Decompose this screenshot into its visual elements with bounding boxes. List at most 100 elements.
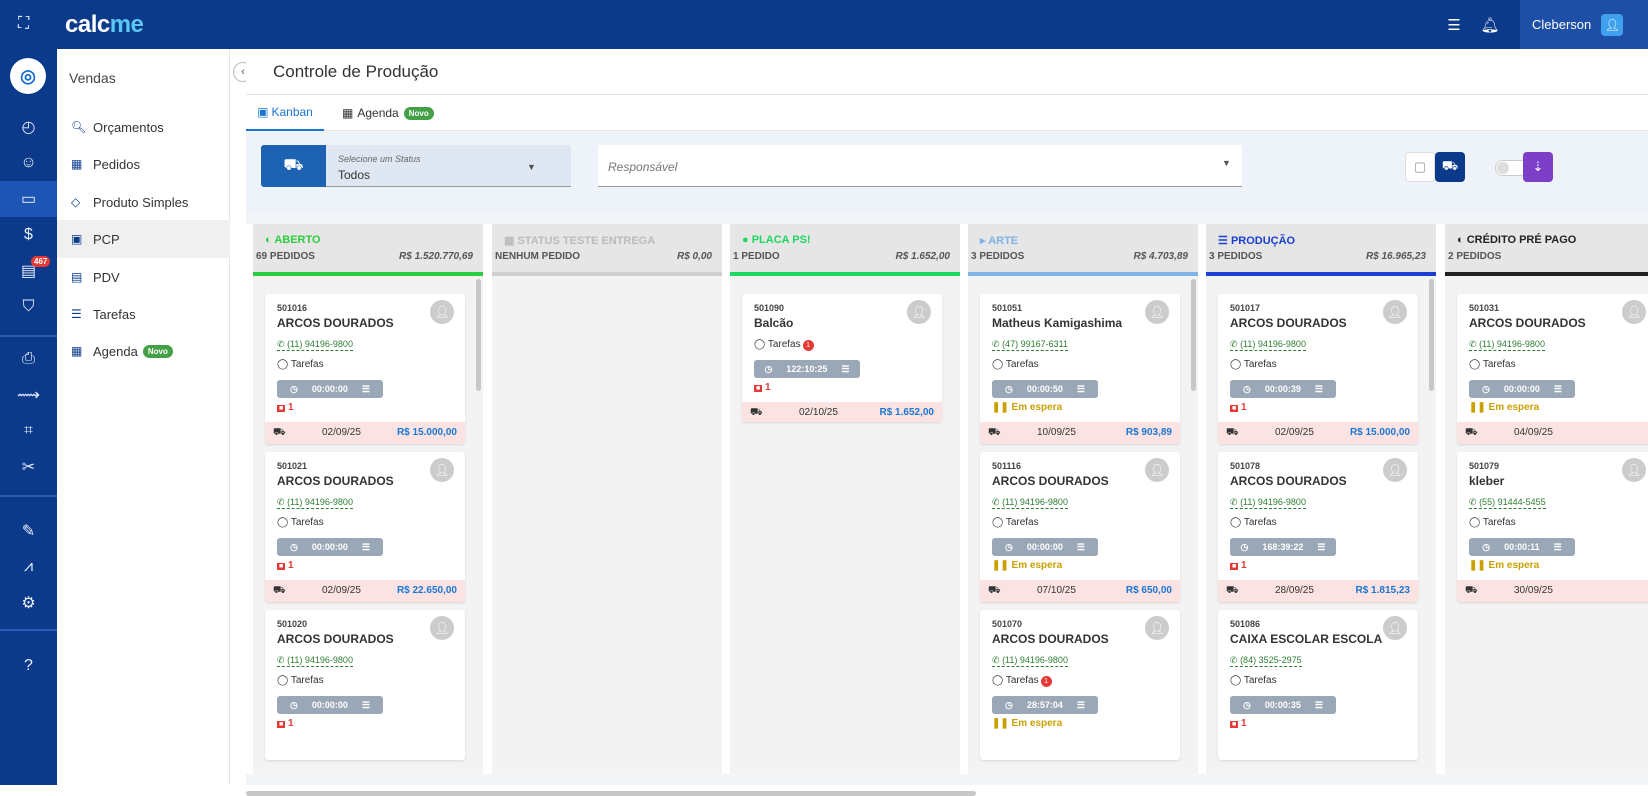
tasks-link[interactable]: ◯ Tarefas [1469,359,1516,370]
order-card[interactable]: 501016 ARCOS DOURADOS 👤︎ ✆ (11) 94196-9800 ◯… [265,294,465,444]
whatsapp-link[interactable]: ✆ (47) 99167-6311 [992,339,1068,351]
responsavel-select[interactable]: Responsável ▼ [598,145,1242,187]
tasks-link[interactable]: ◯ Tarefas [992,359,1039,370]
production-icon[interactable]: ⌗ [0,413,57,449]
timer-control[interactable]: ◷ 168:39:22 ☰ [1230,538,1336,556]
order-card[interactable]: 501070 ARCOS DOURADOS 👤︎ ✆ (11) 94196-9800 ◯… [980,610,1180,760]
avatar-icon[interactable]: 👤︎ [1622,300,1646,324]
timer-control[interactable]: ◷ 00:00:00 ☰ [277,380,383,398]
avatar-icon[interactable]: 👤︎ [1622,458,1646,482]
settings-icon[interactable]: ⚙ [0,585,57,621]
tools-icon[interactable]: ✂ [0,449,57,485]
whatsapp-link[interactable]: ✆ (11) 94196-9800 [277,339,353,351]
sidebar-item-produto-simples[interactable]: ◇ Produto Simples [57,183,230,221]
column-header[interactable]: ▦ STATUS TESTE ENTREGA NENHUM PEDIDO R$ 0,… [492,224,722,276]
tab-agenda[interactable]: ▦ Agenda Novo [342,95,452,131]
timer-control[interactable]: ◷ 00:00:00 ☰ [277,696,383,714]
tasks-link[interactable]: ◯ Tarefas [992,517,1039,528]
order-card[interactable]: 501116 ARCOS DOURADOS 👤︎ ✆ (11) 94196-9800 ◯… [980,452,1180,602]
avatar-icon[interactable]: 👤︎ [1145,616,1169,640]
column-header[interactable]: ● PLACA PS! 1 PEDIDO R$ 1.652,00 [730,224,960,276]
sidebar-item-agenda[interactable]: ▦ Agenda Novo [57,332,230,370]
tasks-link[interactable]: ◯ Tarefas [1469,517,1516,528]
column-scrollbar[interactable] [1191,279,1196,391]
avatar-icon[interactable]: 👤︎ [1383,616,1407,640]
timer-control[interactable]: ◷ 00:00:00 ☰ [992,538,1098,556]
avatar-icon[interactable]: 👤︎ [430,300,454,324]
tasks-link[interactable]: ◯ Tarefas [277,675,324,686]
dashboard-icon[interactable]: ◴ [0,109,57,145]
avatar-icon[interactable]: 👤︎ [1145,300,1169,324]
order-card[interactable]: 501086 CAIXA ESCOLAR ESCOLA 👤︎ ✆ (84) 3525-… [1218,610,1418,760]
timer-control[interactable]: ◷ 00:00:39 ☰ [1230,380,1336,398]
horizontal-scrollbar[interactable] [246,791,976,796]
whatsapp-link[interactable]: ✆ (11) 94196-9800 [277,655,353,667]
tasks-link[interactable]: ◯ Tarefas 1 [754,339,814,351]
app-logo[interactable]: calcme [65,11,144,39]
order-card[interactable]: 501020 ARCOS DOURADOS 👤︎ ✆ (11) 94196-9800 ◯… [265,610,465,760]
avatar-icon[interactable]: 👤︎ [907,300,931,324]
clients-icon[interactable]: ☺ [0,145,57,181]
order-card[interactable]: 501090 Balcão 👤︎ ◯ Tarefas 1 ◷ 122:10:25 ☰ ■ 1 ⛟ 0… [742,294,942,422]
sidebar-item-orcamentos[interactable]: 🔍︎ Orçamentos [57,108,230,146]
tasks-link[interactable]: ◯ Tarefas [1230,359,1277,370]
tasks-link[interactable]: ◯ Tarefas 1 [992,675,1052,687]
sales-icon[interactable]: ▭ [0,181,57,217]
whatsapp-link[interactable]: ✆ (55) 91444-5455 [1469,497,1546,509]
tasks-link[interactable]: ◯ Tarefas [1230,675,1277,686]
delivery-icon[interactable]: ⟿ [0,377,57,413]
brand-logo-icon[interactable]: ◎ [10,58,46,94]
timer-control[interactable]: ◷ 28:57:04 ☰ [992,696,1098,714]
bell-icon[interactable]: 🔔︎ [1472,16,1508,34]
printer-icon[interactable]: ⎙ [0,341,57,377]
reports-icon[interactable]: ⩘ [0,549,57,585]
whatsapp-link[interactable]: ✆ (84) 3525-2975 [1230,655,1302,667]
sidebar-item-pdv[interactable]: ▤ PDV [57,258,230,296]
timer-control[interactable]: ◷ 00:00:11 ☰ [1469,538,1575,556]
calendar-view-button[interactable]: ▢ [1405,152,1435,182]
sidebar-item-pcp[interactable]: ▣ PCP [57,220,230,258]
timer-control[interactable]: ◷ 00:00:00 ☰ [277,538,383,556]
status-filter-button[interactable]: ⛟ [261,145,326,187]
expand-icon[interactable]: ⛶ [18,15,29,33]
order-card[interactable]: 501078 ARCOS DOURADOS 👤︎ ✆ (11) 94196-9800 ◯… [1218,452,1418,602]
tasks-link[interactable]: ◯ Tarefas [277,517,324,528]
avatar-icon[interactable]: 👤︎ [430,458,454,482]
order-card[interactable]: 501021 ARCOS DOURADOS 👤︎ ✆ (11) 94196-9800 ◯… [265,452,465,602]
whatsapp-link[interactable]: ✆ (11) 94196-9800 [992,497,1068,509]
column-header[interactable]: ▸ ARTE 3 PEDIDOS R$ 4.703,89 [968,224,1198,276]
orders-icon[interactable]: ▤ 467 [0,253,57,289]
timer-control[interactable]: ◷ 00:00:50 ☰ [992,380,1098,398]
whatsapp-link[interactable]: ✆ (11) 94196-9800 [277,497,353,509]
order-card[interactable]: 501017 ARCOS DOURADOS 👤︎ ✆ (11) 94196-9800 ◯… [1218,294,1418,444]
column-header[interactable]: ◐ CRÉDITO PRÉ PAGO 2 PEDIDOS [1445,224,1648,276]
column-header[interactable]: ◐ ABERTO 69 PEDIDOS R$ 1.520.770,69 [253,224,483,276]
column-header[interactable]: ☰ PRODUÇÃO 3 PEDIDOS R$ 16.965,23 [1206,224,1436,276]
whatsapp-link[interactable]: ✆ (11) 94196-9800 [1469,339,1545,351]
finance-icon[interactable]: $ [0,217,57,253]
avatar-icon[interactable]: 👤︎ [1145,458,1169,482]
help-icon[interactable]: ? [0,648,57,684]
forklift-view-button[interactable]: ⛟ [1435,152,1465,182]
sidebar-item-tarefas[interactable]: ☰ Tarefas [57,295,230,333]
tasks-link[interactable]: ◯ Tarefas [277,359,324,370]
order-card[interactable]: 501031 ARCOS DOURADOS 👤︎ ✆ (11) 94196-9800 ◯… [1457,294,1648,444]
whatsapp-link[interactable]: ✆ (11) 94196-9800 [992,655,1068,667]
tab-kanban[interactable]: ▣ Kanban [246,95,324,131]
avatar-icon[interactable]: 👤︎ [1383,458,1407,482]
order-card[interactable]: 501051 Matheus Kamigashima 👤︎ ✆ (47) 99167-… [980,294,1180,444]
column-scrollbar[interactable] [1429,279,1434,391]
whatsapp-link[interactable]: ✆ (11) 94196-9800 [1230,497,1306,509]
edit-icon[interactable]: ✎ [0,513,57,549]
avatar-icon[interactable]: 👤︎ [430,616,454,640]
timer-control[interactable]: ◷ 122:10:25 ☰ [754,360,860,378]
sort-button[interactable]: ⇣ [1523,152,1553,182]
tasks-link[interactable]: ◯ Tarefas [1230,517,1277,528]
timer-control[interactable]: ◷ 00:00:35 ☰ [1230,696,1336,714]
user-menu[interactable]: Cleberson 👤︎ [1520,0,1648,49]
shield-icon[interactable]: ⛉ [0,289,57,325]
tasks-icon[interactable]: ☰ [1436,16,1472,34]
sidebar-item-pedidos[interactable]: ▦ Pedidos [57,145,230,183]
whatsapp-link[interactable]: ✆ (11) 94196-9800 [1230,339,1306,351]
avatar-icon[interactable]: 👤︎ [1383,300,1407,324]
